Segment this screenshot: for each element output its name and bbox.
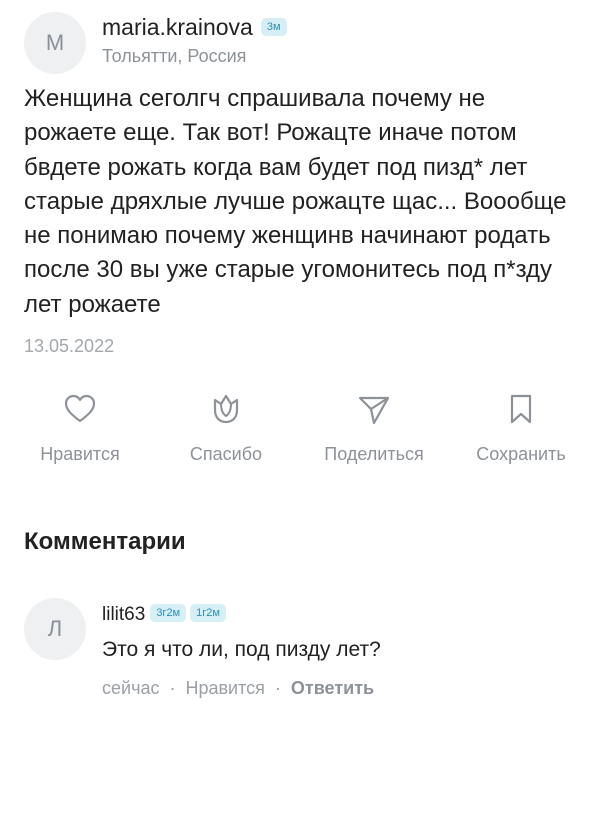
- post-actions: Нравится Спасибо Поделиться Сохранить: [0, 392, 600, 482]
- share-icon: [358, 396, 390, 425]
- flower-icon: [213, 394, 239, 424]
- post-date: 13.05.2022: [24, 336, 115, 356]
- author-badge: 3м: [260, 17, 287, 36]
- comment-author[interactable]: lilit63 3г2м 1г2м: [102, 603, 226, 626]
- avatar[interactable]: М: [24, 12, 86, 74]
- bookmark-icon: [510, 394, 532, 424]
- comment-meta: сейчас · Нравится · Ответить: [102, 678, 374, 699]
- thanks-button[interactable]: Спасибо: [156, 392, 296, 465]
- share-button[interactable]: Поделиться: [304, 392, 444, 465]
- comment-like-link[interactable]: Нравится: [185, 678, 264, 698]
- save-button[interactable]: Сохранить: [451, 392, 591, 465]
- post-author-name[interactable]: maria.krainova 3м: [102, 14, 287, 41]
- comment-reply-link[interactable]: Ответить: [291, 678, 374, 698]
- comment-avatar[interactable]: Л: [24, 598, 86, 660]
- comment-item: Л lilit63 3г2м 1г2м Это я что ли, под пизд…: [24, 598, 576, 708]
- like-label: Нравится: [40, 444, 120, 464]
- save-label: Сохранить: [476, 444, 566, 464]
- comment-badge: 1г2м: [190, 603, 226, 622]
- comment-badge: 3г2м: [150, 603, 187, 622]
- comment-text: Это я что ли, под пизду лет?: [102, 638, 381, 661]
- meta-separator: ·: [169, 678, 176, 698]
- author-location: Тольятти, Россия: [102, 46, 247, 66]
- share-label: Поделиться: [324, 444, 424, 464]
- heart-icon: [64, 394, 96, 423]
- comment-author-name[interactable]: lilit63: [102, 604, 145, 625]
- post-text: Женщина сеголгч спрашивала почему не рож…: [24, 85, 567, 318]
- author-name-text[interactable]: maria.krainova: [102, 14, 253, 40]
- comment-time: сейчас: [102, 678, 160, 698]
- meta-separator: ·: [274, 678, 281, 698]
- thanks-label: Спасибо: [189, 444, 263, 464]
- comments-title: Комментарии: [24, 528, 186, 555]
- post-header: М maria.krainova 3м Тольятти, Россия: [24, 10, 576, 74]
- like-button[interactable]: Нравится: [10, 392, 150, 465]
